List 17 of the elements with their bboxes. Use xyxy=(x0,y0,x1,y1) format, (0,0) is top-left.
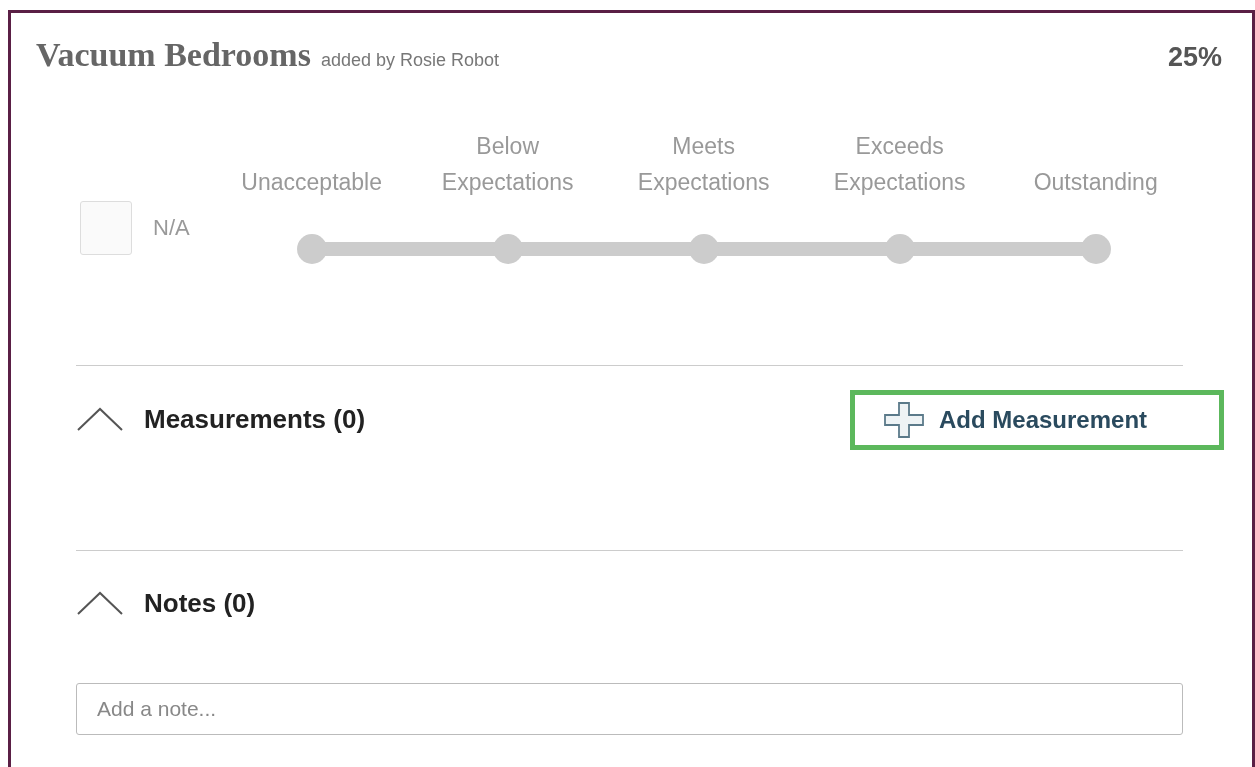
plus-icon xyxy=(883,400,925,439)
scale-label: Below Expectations xyxy=(440,131,575,197)
scale-label: Exceeds Expectations xyxy=(832,131,967,197)
scale-label: Meets Expectations xyxy=(636,131,771,197)
note-input-field[interactable]: Add a note... xyxy=(76,682,1183,735)
task-title: Vacuum Bedrooms xyxy=(36,38,311,72)
add-measurement-button[interactable]: Add Measurement xyxy=(850,389,1224,450)
chevron-up-icon[interactable] xyxy=(76,406,124,432)
scale-label: Outstanding xyxy=(1033,167,1158,197)
section-title: Measurements (0) xyxy=(144,402,366,436)
na-label: N/A xyxy=(153,214,190,242)
chevron-up-icon[interactable] xyxy=(76,590,124,616)
byline: added by Rosie Robot xyxy=(320,49,499,72)
section-title: Notes (0) xyxy=(144,586,256,620)
scale-label: Unacceptable xyxy=(241,167,382,197)
percent-label: 25% xyxy=(1167,41,1222,74)
na-checkbox[interactable] xyxy=(80,200,132,255)
